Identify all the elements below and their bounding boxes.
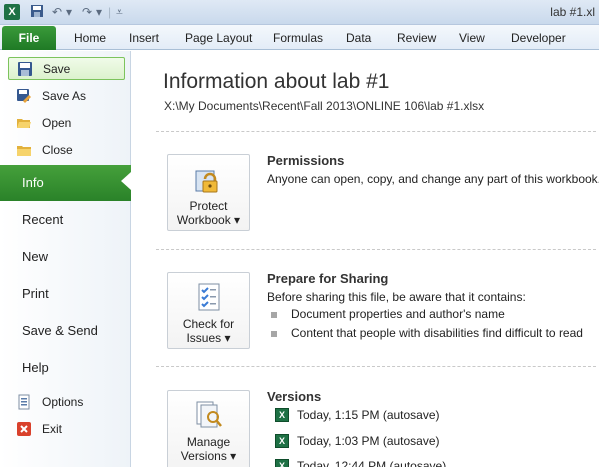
permissions-title: Permissions (267, 153, 345, 168)
title-bar: X ↶ ▾ ↷ ▾ | ⩡ lab #1.xl (0, 0, 599, 25)
exit-label: Exit (42, 421, 63, 436)
open-folder-icon (16, 115, 32, 131)
save-icon[interactable] (30, 4, 44, 20)
excel-file-icon: X (275, 408, 289, 422)
protect-workbook-button[interactable]: Protect Workbook ▾ (167, 154, 250, 231)
manage-versions-button[interactable]: Manage Versions ▾ (167, 390, 250, 467)
tab-insert[interactable]: Insert (129, 31, 159, 45)
tab-formulas[interactable]: Formulas (273, 31, 323, 45)
tab-review[interactable]: Review (397, 31, 436, 45)
manage-versions-label-2: Versions ▾ (180, 449, 237, 463)
bullet-text: Document properties and author's name (291, 307, 505, 321)
tab-page-layout[interactable]: Page Layout (185, 31, 252, 45)
ribbon-tabs: File Home Insert Page Layout Formulas Da… (0, 25, 599, 50)
check-for-issues-label-1: Check for (182, 317, 235, 331)
checklist-icon (193, 281, 225, 313)
options-command[interactable]: Options (8, 390, 125, 413)
tab-file[interactable]: File (2, 26, 56, 50)
divider (156, 366, 596, 367)
list-item: Content that people with disabilities fi… (271, 326, 583, 340)
save-as-command[interactable]: Save As (8, 84, 125, 107)
manage-versions-label-1: Manage (186, 435, 231, 449)
protect-workbook-label-1: Protect (189, 199, 228, 213)
lock-icon (193, 163, 225, 195)
info-panel: Information about lab #1 X:\My Documents… (132, 51, 599, 467)
prepare-title: Prepare for Sharing (267, 271, 389, 286)
version-label: Today, 1:03 PM (autosave) (297, 434, 440, 448)
file-path: X:\My Documents\Recent\Fall 2013\ONLINE … (164, 99, 485, 113)
check-for-issues-label-2: Issues ▾ (186, 331, 231, 345)
version-label: Today, 1:15 PM (autosave) (297, 408, 440, 422)
bullet-text: Content that people with disabilities fi… (291, 326, 583, 340)
tab-home[interactable]: Home (74, 31, 106, 45)
redo-dropdown-icon[interactable]: ▾ (96, 4, 102, 20)
tab-data[interactable]: Data (346, 31, 371, 45)
prepare-text: Before sharing this file, be aware that … (267, 290, 526, 304)
version-item[interactable]: X Today, 1:03 PM (autosave) (275, 434, 440, 448)
divider (156, 131, 596, 132)
nav-tab-new[interactable]: New (0, 239, 131, 275)
nav-tab-help[interactable]: Help (0, 350, 131, 386)
close-label: Close (42, 142, 73, 157)
options-label: Options (42, 394, 84, 409)
bullet-icon (271, 330, 277, 337)
undo-dropdown-icon[interactable]: ▾ (66, 4, 72, 20)
excel-file-icon: X (275, 434, 289, 448)
protect-workbook-label-2: Workbook ▾ (176, 213, 241, 227)
save-as-label: Save As (42, 88, 87, 103)
close-command[interactable]: Close (8, 138, 125, 161)
save-as-icon (16, 88, 32, 104)
version-item[interactable]: X Today, 1:15 PM (autosave) (275, 408, 440, 422)
backstage-nav: Save Save As Open Close Info Recent New … (0, 51, 131, 467)
tab-developer[interactable]: Developer (511, 31, 566, 45)
exit-command[interactable]: Exit (8, 417, 125, 440)
check-for-issues-button[interactable]: Check for Issues ▾ (167, 272, 250, 349)
bullet-icon (271, 311, 277, 318)
exit-icon (16, 421, 32, 437)
active-tab-pointer (121, 172, 131, 190)
open-label: Open (42, 115, 72, 130)
excel-icon[interactable]: X (4, 4, 20, 20)
list-item: Document properties and author's name (271, 307, 505, 321)
manage-versions-icon (193, 399, 225, 431)
nav-tab-info[interactable]: Info (0, 165, 131, 201)
open-command[interactable]: Open (8, 111, 125, 134)
options-icon (16, 394, 32, 410)
close-folder-icon (16, 142, 32, 158)
versions-title: Versions (267, 389, 322, 404)
excel-file-icon: X (275, 459, 289, 467)
divider (156, 249, 596, 250)
version-label: Today, 12:44 PM (autosave) (297, 459, 447, 467)
window-title: lab #1.xl (550, 5, 595, 19)
save-icon (17, 61, 33, 77)
separator: | (108, 5, 112, 19)
tab-view[interactable]: View (459, 31, 485, 45)
nav-tab-save-send[interactable]: Save & Send (0, 313, 131, 349)
page-title: Information about lab #1 (163, 70, 390, 93)
nav-tab-recent[interactable]: Recent (0, 202, 131, 238)
save-command[interactable]: Save (8, 57, 125, 80)
undo-icon[interactable]: ↶ (52, 4, 62, 20)
version-item[interactable]: X Today, 12:44 PM (autosave) (275, 459, 446, 467)
nav-tab-print[interactable]: Print (0, 276, 131, 312)
save-label: Save (43, 61, 71, 76)
customize-icon[interactable]: ⩡ (116, 4, 123, 20)
permissions-text: Anyone can open, copy, and change any pa… (267, 172, 599, 186)
redo-icon[interactable]: ↷ (82, 4, 92, 20)
